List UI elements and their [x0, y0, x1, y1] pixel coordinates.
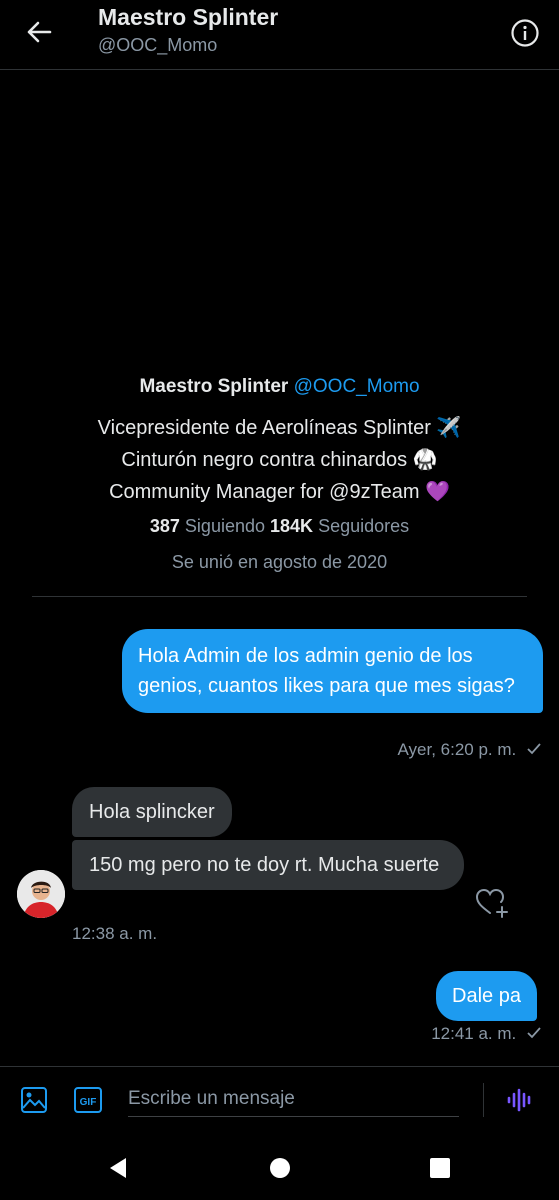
- gif-label: GIF: [80, 1097, 97, 1108]
- message-timestamp: 12:38 a. m.: [72, 924, 158, 943]
- sent-check-icon: [527, 740, 541, 760]
- nav-recents-icon[interactable]: [428, 1156, 452, 1180]
- followers-label: Seguidores: [318, 516, 410, 536]
- followers-count: 184K: [270, 516, 314, 536]
- info-icon[interactable]: [508, 16, 542, 50]
- add-reaction-heart-icon[interactable]: [474, 886, 510, 920]
- avatar[interactable]: [17, 870, 65, 918]
- following-count: 387: [149, 516, 180, 536]
- sent-message[interactable]: Dale pa: [436, 971, 537, 1021]
- system-navigation-bar: [0, 1132, 559, 1200]
- nav-home-icon[interactable]: [268, 1156, 292, 1180]
- sent-check-icon: [527, 1024, 541, 1044]
- timestamp-text: Ayer, 6:20 p. m.: [397, 740, 517, 759]
- gif-icon[interactable]: GIF: [73, 1085, 103, 1115]
- received-message[interactable]: 150 mg pero no te doy rt. Mucha suerte: [72, 840, 464, 890]
- conversation-header: Maestro Splinter @OOC_Momo: [0, 0, 559, 70]
- bio-line: Vicepresidente de Aerolíneas Splinter ✈️: [97, 417, 462, 439]
- divider: [32, 596, 527, 597]
- profile-stats: 387 Siguiendo 184K Seguidores: [0, 512, 559, 540]
- message-composer: GIF: [0, 1066, 559, 1132]
- received-message[interactable]: Hola splincker: [72, 787, 232, 837]
- following-label: Siguiendo: [184, 516, 265, 536]
- message-timestamp: Ayer, 6:20 p. m.: [398, 740, 542, 760]
- profile-summary: Maestro Splinter @OOC_Momo Vicepresident…: [0, 372, 559, 576]
- header-handle: @OOC_Momo: [98, 35, 218, 55]
- back-arrow-icon[interactable]: [22, 17, 56, 47]
- timestamp-text: 12:41 a. m.: [431, 1024, 517, 1043]
- profile-handle: @OOC_Momo: [293, 376, 420, 397]
- bio-line: Cinturón negro contra chinardos 🥋: [121, 449, 438, 471]
- nav-back-icon[interactable]: [106, 1156, 130, 1180]
- profile-bio: Vicepresidente de Aerolíneas Splinter ✈️…: [0, 412, 559, 508]
- composer-separator: [483, 1083, 484, 1117]
- voice-message-icon[interactable]: [505, 1085, 535, 1115]
- sent-message[interactable]: Hola Admin de los admin genio de los gen…: [122, 629, 543, 713]
- bio-line: Community Manager for @9zTeam 💜: [109, 481, 450, 503]
- header-title: Maestro Splinter: [98, 4, 279, 30]
- message-input[interactable]: [128, 1081, 459, 1117]
- message-timestamp: 12:41 a. m.: [431, 1024, 541, 1044]
- joined-date: Se unió en agosto de 2020: [171, 552, 388, 572]
- image-icon[interactable]: [19, 1085, 49, 1115]
- profile-name-row[interactable]: Maestro Splinter @OOC_Momo: [0, 372, 559, 402]
- profile-name: Maestro Splinter: [139, 376, 289, 397]
